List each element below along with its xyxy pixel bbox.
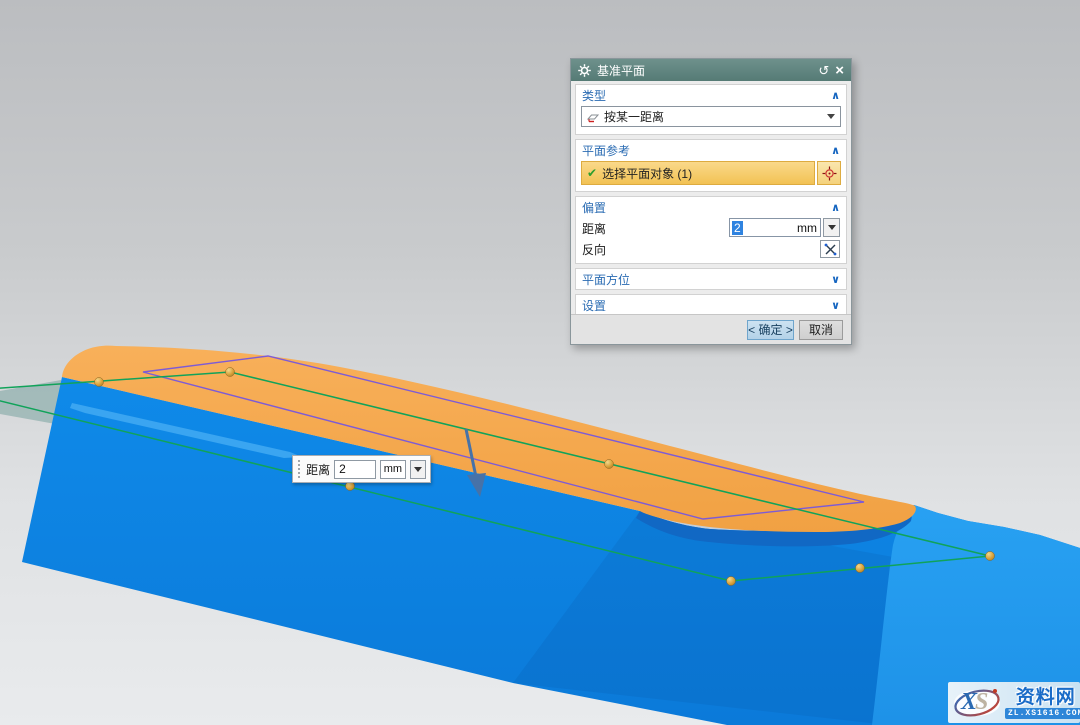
type-dropdown[interactable]: 按某一距离	[581, 106, 841, 127]
watermark-site-name: 资料网	[1016, 687, 1076, 708]
check-icon: ✔	[587, 166, 597, 180]
section-plane-orientation-header[interactable]: 平面方位 ∨	[576, 269, 846, 289]
distance-label: 距离	[582, 220, 606, 237]
dialog-body: 类型 ∧ 按某一距离 平面参考	[571, 81, 851, 314]
reverse-direction-icon	[824, 243, 837, 256]
watermark-logo: X S	[951, 684, 1003, 722]
section-type: 类型 ∧ 按某一距离	[575, 84, 847, 135]
plane-object-select-row: ✔ 选择平面对象 (1)	[581, 161, 841, 185]
crosshair-icon	[822, 166, 837, 181]
section-settings: 设置 ∨	[575, 294, 847, 316]
drag-handle[interactable]	[727, 577, 736, 586]
ok-button[interactable]: < 确定 >	[747, 320, 794, 340]
close-button[interactable]: ×	[835, 64, 844, 77]
section-type-title: 类型	[582, 87, 606, 104]
dialog-titlebar[interactable]: 基准平面 ↺ ×	[571, 59, 851, 81]
distance-label: 距离	[306, 461, 330, 478]
section-plane-reference-header[interactable]: 平面参考 ∧	[576, 140, 846, 160]
section-settings-header[interactable]: 设置 ∨	[576, 295, 846, 315]
unit-dropdown-button[interactable]	[410, 460, 426, 479]
chevron-down-icon	[827, 114, 835, 119]
type-dropdown-value: 按某一距离	[604, 108, 664, 125]
reverse-direction-button[interactable]	[820, 240, 840, 258]
distance-options-button[interactable]	[823, 218, 840, 237]
drag-handle[interactable]	[605, 460, 614, 469]
drag-handle-strip[interactable]	[296, 458, 302, 480]
chevron-down-icon	[414, 467, 422, 472]
section-plane-reference-title: 平面参考	[582, 142, 630, 159]
distance-value-selected: 2	[732, 221, 743, 235]
section-plane-orientation: 平面方位 ∨	[575, 268, 847, 290]
drag-handle[interactable]	[986, 552, 995, 561]
section-plane-orientation-title: 平面方位	[582, 271, 630, 288]
reset-button[interactable]: ↺	[818, 64, 829, 77]
section-offset-title: 偏置	[582, 199, 606, 216]
chevron-down-icon	[828, 225, 836, 230]
dialog-footer: < 确定 > 取消	[571, 314, 851, 344]
onscreen-distance-input-box: 距离 2 mm	[292, 455, 431, 483]
section-settings-title: 设置	[582, 297, 606, 314]
section-offset-header[interactable]: 偏置 ∧	[576, 197, 846, 217]
3d-model-scene	[0, 0, 1080, 725]
collapse-chevron-icon[interactable]: ∧	[831, 144, 840, 157]
expand-chevron-icon[interactable]: ∨	[831, 299, 840, 312]
drag-handle[interactable]	[95, 378, 104, 387]
cancel-button[interactable]: 取消	[799, 320, 843, 340]
collapse-chevron-icon[interactable]: ∧	[831, 201, 840, 214]
datum-plane-dialog: 基准平面 ↺ × 类型 ∧ 按某一距离	[570, 58, 852, 345]
expand-chevron-icon[interactable]: ∨	[831, 273, 840, 286]
drag-handle[interactable]	[856, 564, 865, 573]
datum-distance-icon	[587, 111, 599, 123]
section-plane-reference: 平面参考 ∧ ✔ 选择平面对象 (1)	[575, 139, 847, 192]
distance-input[interactable]: 2 mm	[729, 218, 821, 237]
watermark-site-url: ZL.XS1616.COM	[1005, 708, 1080, 719]
unit-field[interactable]: mm	[380, 460, 406, 479]
distance-row: 距离 2 mm	[576, 217, 846, 239]
drag-handle[interactable]	[226, 368, 235, 377]
distance-input[interactable]: 2	[334, 460, 376, 479]
distance-unit: mm	[797, 221, 817, 235]
select-plane-object-field[interactable]: ✔ 选择平面对象 (1)	[581, 161, 815, 185]
point-constructor-button[interactable]	[817, 161, 841, 185]
logo-letter-s: S	[975, 689, 988, 716]
cad-viewport: 距离 2 mm 基准平面 ↺ ×	[0, 0, 1080, 725]
select-plane-object-label: 选择平面对象 (1)	[602, 165, 692, 182]
reverse-label: 反向	[582, 241, 606, 258]
section-type-header[interactable]: 类型 ∧	[576, 85, 846, 105]
reverse-row: 反向	[576, 239, 846, 259]
section-offset: 偏置 ∧ 距离 2 mm	[575, 196, 847, 264]
dialog-title: 基准平面	[597, 62, 645, 79]
gear-icon	[578, 64, 591, 77]
watermark: X S 资料网 ZL.XS1616.COM	[948, 682, 1080, 723]
collapse-chevron-icon[interactable]: ∧	[831, 89, 840, 102]
